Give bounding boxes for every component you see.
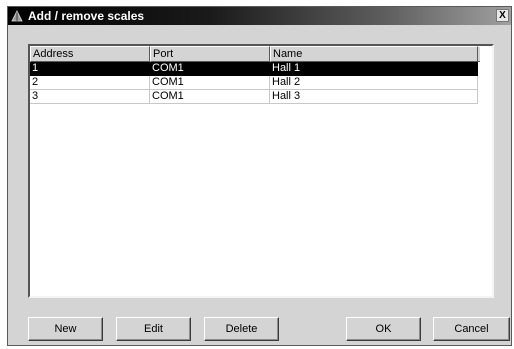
table-row[interactable]: 3 COM1 Hall 3 [30, 90, 478, 104]
new-button[interactable]: New [28, 317, 103, 341]
cell-port: COM1 [150, 62, 270, 76]
cell-name: Hall 3 [270, 90, 478, 104]
table-row[interactable]: 1 COM1 Hall 1 [30, 62, 478, 76]
column-header-filler [478, 46, 480, 62]
column-header-address[interactable]: Address [30, 46, 150, 62]
cancel-button[interactable]: Cancel [433, 317, 510, 341]
scale-icon [11, 10, 23, 22]
column-header-port[interactable]: Port [150, 46, 270, 62]
scales-list[interactable]: Address Port Name 1 COM1 Hall 1 2 COM1 Hall 2… [28, 44, 494, 298]
cell-address: 2 [30, 76, 150, 90]
cell-name: Hall 2 [270, 76, 478, 90]
add-remove-scales-dialog: Add / remove scales X Address Port Name … [7, 6, 512, 346]
cell-port: COM1 [150, 90, 270, 104]
close-icon: X [499, 10, 506, 21]
column-header-name[interactable]: Name [270, 46, 478, 62]
cell-name: Hall 1 [270, 62, 478, 76]
edit-button[interactable]: Edit [116, 317, 191, 341]
list-header: Address Port Name [30, 46, 480, 62]
delete-button[interactable]: Delete [204, 317, 279, 341]
window-title: Add / remove scales [28, 9, 145, 23]
cell-port: COM1 [150, 76, 270, 90]
list-rows: 1 COM1 Hall 1 2 COM1 Hall 2 3 COM1 Hall 3 [30, 62, 478, 104]
cell-address: 3 [30, 90, 150, 104]
cell-address: 1 [30, 62, 150, 76]
table-row[interactable]: 2 COM1 Hall 2 [30, 76, 478, 90]
close-button[interactable]: X [496, 9, 509, 22]
ok-button[interactable]: OK [346, 317, 421, 341]
title-bar[interactable]: Add / remove scales X [8, 7, 511, 25]
